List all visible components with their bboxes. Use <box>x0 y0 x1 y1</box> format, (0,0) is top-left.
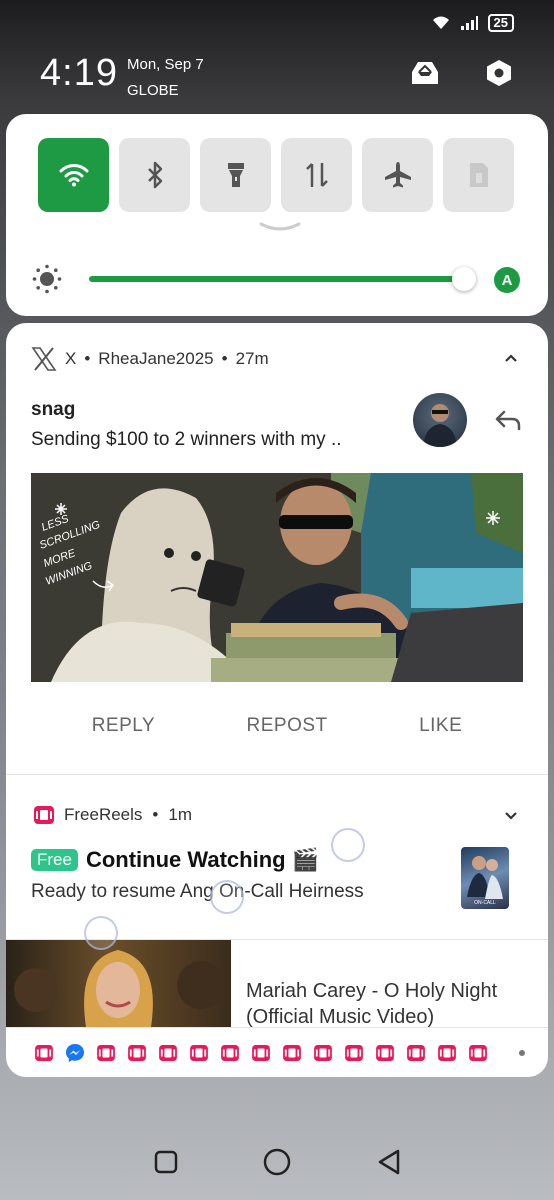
messenger-icon <box>65 1043 85 1063</box>
x-notification-text: Sending $100 to 2 winners with my .. <box>31 429 342 450</box>
repost-button[interactable]: REPOST <box>247 715 328 737</box>
like-button[interactable]: LIKE <box>419 715 462 737</box>
settings-icon[interactable] <box>484 58 514 88</box>
separator-dot: • <box>221 349 228 368</box>
mobile-data-icon <box>305 163 328 187</box>
mobile-data-tile[interactable] <box>281 138 352 212</box>
freereels-title: Continue Watching 🎬 <box>85 847 320 872</box>
freereels-app-icon <box>189 1043 209 1063</box>
back-triangle-icon <box>378 1149 399 1175</box>
expand-chevron-icon[interactable] <box>504 811 518 821</box>
freereels-app-icon <box>34 806 54 824</box>
touch-indicator <box>84 916 118 950</box>
airplane-mode-tile[interactable] <box>362 138 433 212</box>
bluetooth-icon <box>147 161 162 189</box>
collapse-chevron-icon[interactable] <box>504 353 518 363</box>
sim-tile[interactable] <box>443 138 514 212</box>
expand-handle-icon[interactable] <box>259 222 301 232</box>
freereels-app-icon <box>220 1043 240 1063</box>
flashlight-icon <box>227 163 244 187</box>
battery-indicator: 25 <box>487 14 514 32</box>
square-icon <box>154 1150 177 1174</box>
date-label[interactable]: Mon, Sep 7 <box>127 52 204 78</box>
freereels-app-icon <box>127 1043 147 1063</box>
freereels-app-icon <box>313 1043 333 1063</box>
reply-arrow-icon[interactable] <box>494 409 522 431</box>
wifi-status-icon <box>432 16 449 29</box>
reply-button[interactable]: REPLY <box>92 715 155 737</box>
freereels-app-icon <box>251 1043 271 1063</box>
collapsed-notification-icons[interactable] <box>6 1027 548 1077</box>
x-notification-title: snag <box>31 399 76 420</box>
brightness-slider[interactable] <box>89 276 465 282</box>
top-actions <box>410 58 514 88</box>
freereels-title-row: Free Continue Watching 🎬 <box>31 847 319 873</box>
notification-inbox-icon[interactable] <box>410 58 440 88</box>
quick-settings-panel: A <box>6 114 548 316</box>
drama-thumbnail[interactable]: ON-CALL <box>461 847 509 909</box>
circle-icon <box>263 1148 291 1176</box>
carrier-label: GLOBE <box>127 82 179 99</box>
avatar <box>413 393 467 447</box>
x-notification-actions: REPLY REPOST LIKE <box>6 715 548 737</box>
sim-icon <box>469 163 488 187</box>
clock[interactable]: 4:19 <box>40 52 118 95</box>
freereels-app-icon <box>282 1043 302 1063</box>
freereels-app-name: FreeReels <box>64 805 143 824</box>
navigation-bar <box>0 1146 554 1178</box>
recents-button[interactable] <box>150 1146 182 1178</box>
freereels-app-icon <box>34 1043 54 1063</box>
video-title[interactable]: Mariah Carey - O Holy Night (Official Mu… <box>246 978 497 1030</box>
x-notification-header[interactable]: X • RheaJane2025 • 27m <box>31 347 269 371</box>
brightness-icon <box>32 264 62 294</box>
quick-settings-tiles <box>38 138 514 212</box>
status-bar: 25 <box>432 14 514 32</box>
wifi-tile[interactable] <box>38 138 109 212</box>
freereels-app-icon <box>406 1043 426 1063</box>
freereels-app-icon <box>468 1043 488 1063</box>
divider <box>6 774 548 775</box>
bluetooth-tile[interactable] <box>119 138 190 212</box>
back-button[interactable] <box>373 1146 405 1178</box>
auto-brightness-button[interactable]: A <box>494 267 520 293</box>
freereels-app-icon <box>437 1043 457 1063</box>
wifi-icon <box>59 164 88 187</box>
touch-indicator <box>210 880 244 914</box>
brightness-slider-knob[interactable] <box>452 267 476 291</box>
touch-indicator <box>331 828 365 862</box>
video-title-line: Mariah Carey - O Holy Night <box>246 980 498 1002</box>
freereels-app-icon <box>344 1043 364 1063</box>
freereels-app-icon <box>375 1043 395 1063</box>
x-account: RheaJane2025 <box>98 349 214 368</box>
separator-dot: • <box>84 349 91 368</box>
signal-icon <box>460 16 478 30</box>
free-badge: Free <box>31 849 78 871</box>
more-indicator-dot <box>519 1049 525 1056</box>
home-button[interactable] <box>261 1146 293 1178</box>
freereels-notification-header[interactable]: FreeReels • 1m <box>34 805 192 825</box>
notification-panel: X • RheaJane2025 • 27m snag Sending $100… <box>6 323 548 1077</box>
airplane-icon <box>384 162 411 188</box>
flashlight-tile[interactable] <box>200 138 271 212</box>
video-thumbnail[interactable] <box>6 940 231 1027</box>
x-age: 27m <box>235 349 269 368</box>
freereels-app-icon <box>96 1043 116 1063</box>
freereels-age: 1m <box>168 805 192 824</box>
thumbnail-caption: ON-CALL <box>474 900 496 906</box>
separator-dot: • <box>152 805 159 824</box>
date-carrier: Mon, Sep 7 GLOBE <box>127 52 204 104</box>
freereels-text: Ready to resume Ang On-Call Heirness <box>31 881 364 902</box>
freereels-app-icon <box>158 1043 178 1063</box>
x-logo-icon <box>31 347 57 371</box>
x-notification-image[interactable]: LESS SCROLLING MORE WINNING <box>31 473 523 682</box>
x-app-name: X <box>65 349 77 368</box>
